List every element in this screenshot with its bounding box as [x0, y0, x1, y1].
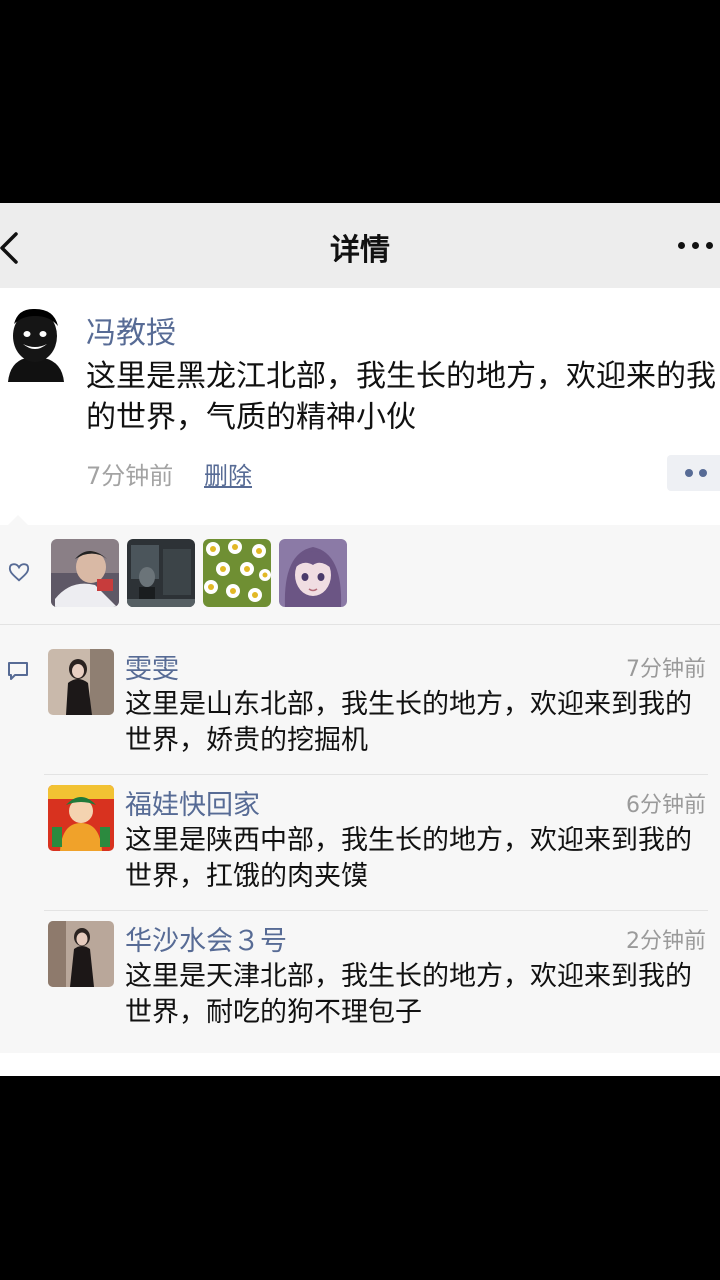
post-text: 这里是黑龙江北部，我生长的地方，欢迎来的我的世界，气质的精神小伙: [86, 359, 716, 435]
like-avatar-photo-2[interactable]: [127, 539, 195, 607]
comment-timestamp: 2分钟前: [626, 929, 706, 954]
post: 冯教授 这里是黑龙江北部，我生长的地方，欢迎来的我的世界，气质的精神小伙 7分钟…: [0, 288, 720, 525]
more-button[interactable]: [676, 231, 716, 259]
likes-row: [0, 525, 720, 623]
comment-item[interactable]: 福娃快回家 6分钟前 这里是陕西中部，我生长的地方，欢迎来到我的世界，扛饿的肉夹…: [0, 775, 720, 911]
commenter-avatar[interactable]: [48, 785, 114, 851]
like-avatar-anime-girl[interactable]: [279, 539, 347, 607]
like-avatar-daisies[interactable]: [203, 539, 271, 607]
comment-timestamp: 6分钟前: [626, 793, 706, 818]
panel-divider: [0, 624, 720, 625]
heart-icon: [8, 563, 30, 582]
comment-text: 这里是山东北部，我生长的地方，欢迎来到我的世界，娇贵的挖掘机: [125, 689, 692, 756]
commenter-name[interactable]: 福娃快回家: [125, 783, 260, 822]
commenter-name[interactable]: 雯雯: [125, 647, 179, 686]
navigation-bar: 详情: [0, 203, 720, 288]
commenter-name[interactable]: 华沙水会３号: [125, 919, 287, 958]
post-timestamp: 7分钟前: [86, 462, 174, 490]
post-action-button[interactable]: [667, 455, 720, 491]
post-author-name[interactable]: 冯教授: [86, 308, 176, 352]
delete-link[interactable]: 删除: [204, 456, 252, 491]
commenter-avatar[interactable]: [48, 649, 114, 715]
author-avatar[interactable]: [4, 306, 66, 386]
comment-timestamp: 7分钟前: [626, 657, 706, 682]
commenter-avatar[interactable]: [48, 921, 114, 987]
like-avatar-photo-1[interactable]: [51, 539, 119, 607]
comment-item[interactable]: 华沙水会３号 2分钟前 这里是天津北部，我生长的地方，欢迎来到我的世界，耐吃的狗…: [0, 911, 720, 1047]
comment-text: 这里是天津北部，我生长的地方，欢迎来到我的世界，耐吃的狗不理包子: [125, 961, 692, 1028]
page-title: 详情: [330, 233, 390, 268]
moments-detail-screen: 详情 冯教授 这里是黑龙江北部，我生长的地方，欢迎来的我的世界，气质的精神小伙 …: [0, 203, 720, 1076]
interaction-panel: 雯雯 7分钟前 这里是山东北部，我生长的地方，欢迎来到我的世界，娇贵的挖掘机 福…: [0, 515, 720, 1053]
panel-pointer: [8, 515, 28, 525]
comment-item[interactable]: 雯雯 7分钟前 这里是山东北部，我生长的地方，欢迎来到我的世界，娇贵的挖掘机: [0, 639, 720, 775]
comment-text: 这里是陕西中部，我生长的地方，欢迎来到我的世界，扛饿的肉夹馍: [125, 825, 692, 892]
